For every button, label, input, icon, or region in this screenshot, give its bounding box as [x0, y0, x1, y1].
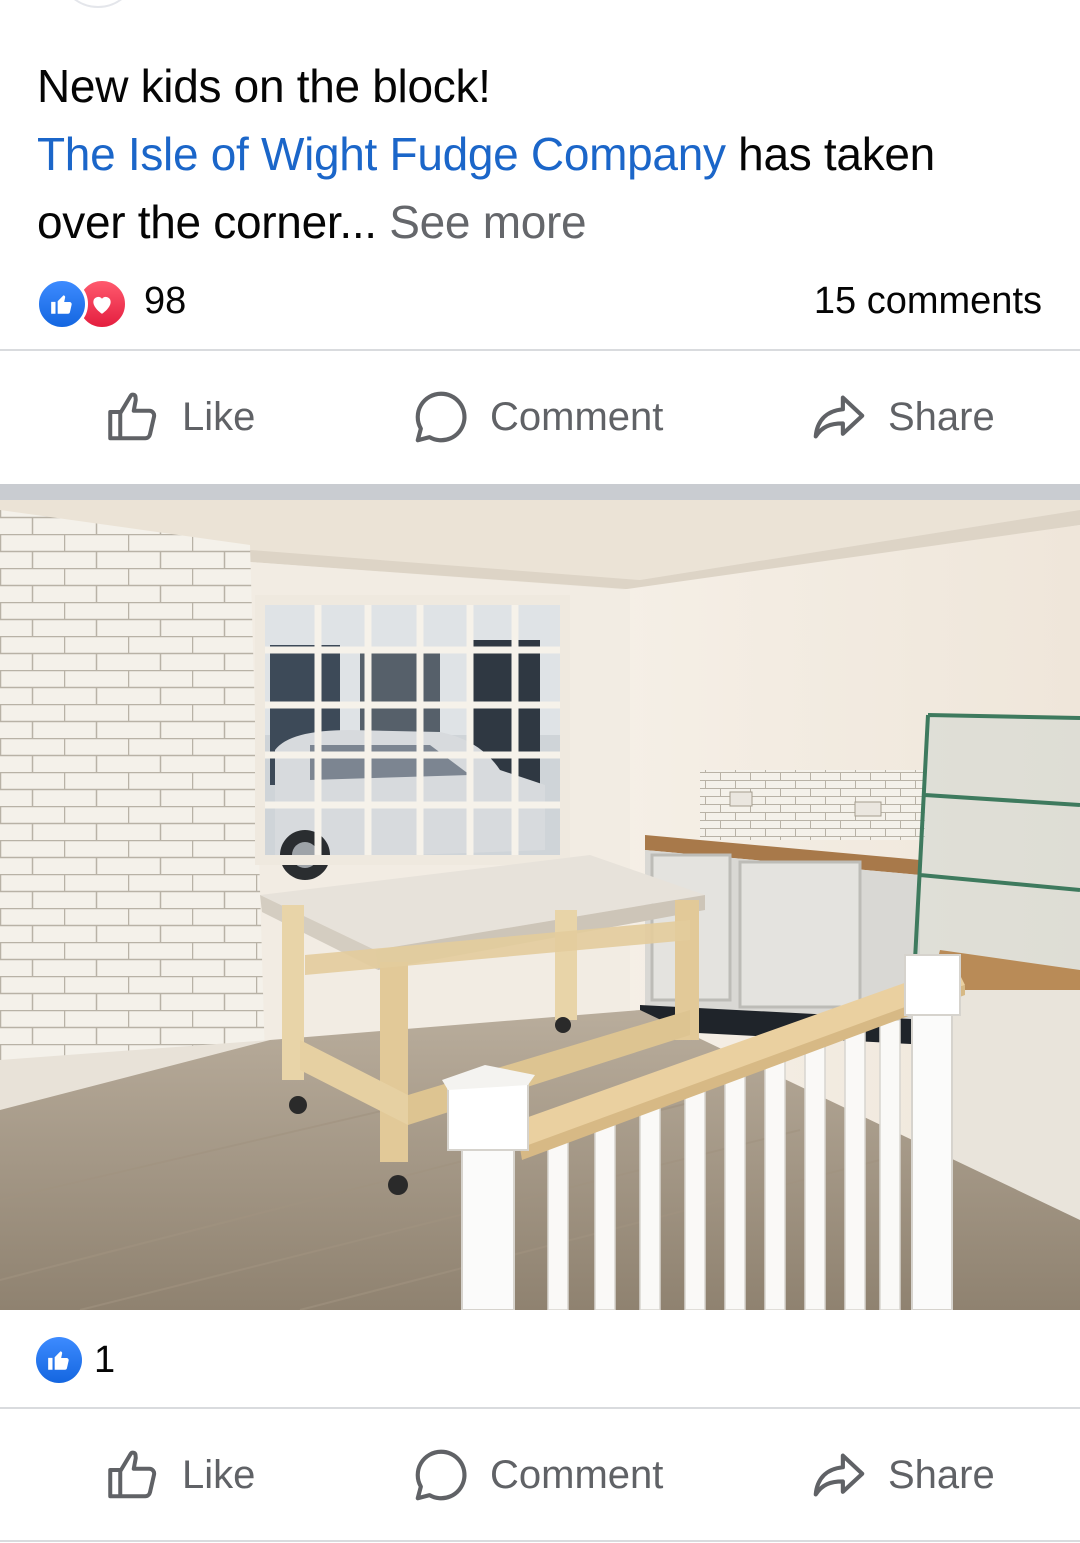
photo-comment-button[interactable]: Comment — [410, 1410, 663, 1540]
post-line-2: The Isle of Wight Fudge Company has take… — [37, 120, 1047, 188]
comments-count[interactable]: 15 comments — [814, 280, 1042, 323]
share-arrow-icon — [813, 395, 865, 439]
comment-button[interactable]: Comment — [410, 352, 663, 482]
post-text: New kids on the block! The Isle of Wight… — [37, 52, 1047, 256]
like-reaction-icon — [36, 278, 88, 330]
post-line-2-text: has taken — [725, 128, 935, 180]
reactions-summary[interactable]: 98 15 comments — [0, 272, 1080, 332]
comment-label: Comment — [490, 1452, 664, 1497]
like-reaction-icon — [36, 1337, 82, 1383]
post-photo[interactable] — [0, 500, 1080, 1310]
share-label: Share — [888, 1452, 995, 1497]
reaction-icons[interactable] — [36, 278, 136, 330]
photo-action-bar: Like Comment Share — [0, 1410, 1080, 1540]
comment-bubble-icon — [415, 391, 467, 443]
like-label: Like — [182, 394, 256, 439]
thumbs-up-icon — [108, 1450, 157, 1499]
reaction-count[interactable]: 98 — [144, 280, 186, 323]
share-button[interactable]: Share — [808, 352, 995, 482]
like-label: Like — [182, 1452, 256, 1497]
post-separator — [0, 484, 1080, 500]
thumbs-up-icon — [108, 392, 157, 441]
share-label: Share — [888, 394, 995, 439]
post-line-1: New kids on the block! — [37, 60, 491, 112]
comment-label: Comment — [490, 394, 664, 439]
divider — [0, 349, 1080, 351]
avatar[interactable] — [58, 0, 138, 8]
post-action-bar: Like Comment Share — [0, 352, 1080, 482]
like-button[interactable]: Like — [104, 352, 255, 482]
page-link[interactable]: The Isle of Wight Fudge Company — [37, 128, 726, 180]
photo-like-button[interactable]: Like — [104, 1410, 255, 1540]
post-line-3: over the corner... See more — [37, 188, 1047, 256]
photo-share-button[interactable]: Share — [808, 1410, 995, 1540]
photo-reactions[interactable]: 1 — [36, 1336, 115, 1384]
see-more-link[interactable]: See more — [377, 196, 586, 248]
divider — [0, 1407, 1080, 1409]
divider — [0, 1540, 1080, 1542]
share-arrow-icon — [813, 1453, 865, 1497]
post-line-3-text: over the corner... — [37, 196, 377, 248]
comment-bubble-icon — [415, 1449, 467, 1501]
photo-reaction-count: 1 — [94, 1338, 116, 1381]
